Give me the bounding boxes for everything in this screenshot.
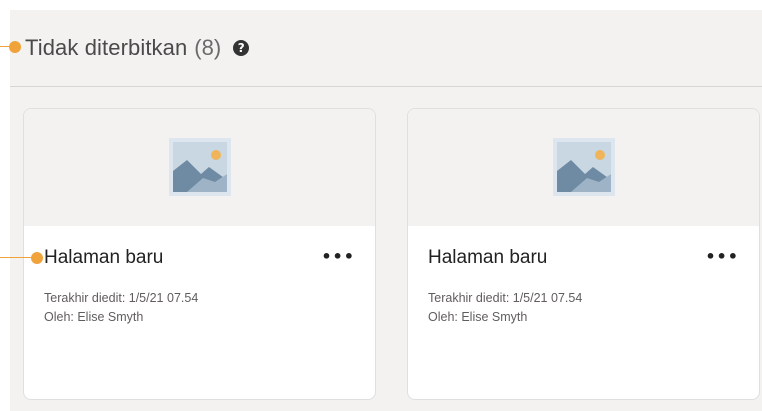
page-card[interactable]: Halaman baru ••• Terakhir diedit: 1/5/21… (407, 108, 760, 400)
card-author: Oleh: Elise Smyth (428, 310, 528, 324)
card-last-edited: Terakhir diedit: 1/5/21 07.54 (428, 291, 583, 305)
card-title[interactable]: Halaman baru (44, 247, 163, 269)
card-title[interactable]: Halaman baru (428, 247, 547, 269)
image-placeholder-icon (552, 138, 615, 196)
page-card[interactable]: Halaman baru ••• Terakhir diedit: 1/5/21… (23, 108, 376, 400)
card-thumbnail (24, 109, 375, 226)
section-divider (10, 86, 762, 87)
section-header: Tidak diterbitkan (8) ? (25, 30, 250, 66)
callout-line-card-title (0, 257, 33, 258)
callout-dot-section (9, 41, 21, 53)
card-last-edited: Terakhir diedit: 1/5/21 07.54 (44, 291, 199, 305)
more-options-button[interactable]: ••• (705, 247, 739, 266)
card-author: Oleh: Elise Smyth (44, 310, 144, 324)
section-title: Tidak diterbitkan (25, 35, 188, 60)
more-options-button[interactable]: ••• (321, 247, 355, 266)
card-thumbnail (408, 109, 759, 226)
section-count: (8) (194, 35, 222, 60)
help-icon[interactable]: ? (233, 40, 250, 56)
image-placeholder-icon (168, 138, 231, 196)
callout-dot-card-title (31, 252, 43, 264)
